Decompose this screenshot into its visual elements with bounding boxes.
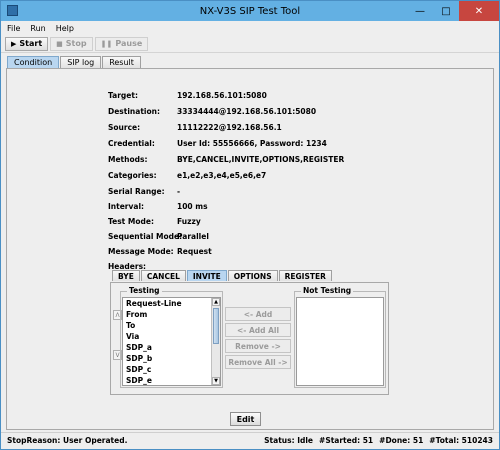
- list-item[interactable]: SDP_a: [123, 342, 220, 353]
- start-button[interactable]: ▶ Start: [5, 36, 49, 51]
- condition-value: Parallel: [177, 232, 209, 241]
- condition-value: Request: [177, 247, 212, 256]
- app-window: NX-V3S SIP Test Tool — □ ✕ File Run Help…: [0, 0, 500, 450]
- stop-button[interactable]: ■ Stop: [50, 36, 93, 51]
- list-item[interactable]: SDP_c: [123, 364, 220, 375]
- remove-all-button[interactable]: Remove All ->: [225, 355, 291, 369]
- app-icon: [7, 5, 18, 16]
- condition-key: Interval:: [108, 202, 145, 211]
- maximize-icon[interactable]: □: [433, 1, 459, 21]
- add-button[interactable]: <- Add: [225, 307, 291, 321]
- window-controls: — □ ✕: [407, 1, 499, 21]
- list-item[interactable]: Request-Line: [123, 298, 220, 309]
- not-testing-list[interactable]: [296, 297, 384, 386]
- condition-value: 192.168.56.101:5080: [177, 91, 267, 100]
- list-item[interactable]: SDP_e: [123, 375, 220, 385]
- condition-key: Methods:: [108, 155, 148, 164]
- scroll-thumb[interactable]: [213, 308, 219, 344]
- condition-value: User Id: 55556666, Password: 1234: [177, 139, 327, 148]
- tab-bye[interactable]: BYE: [112, 270, 140, 281]
- tab-result[interactable]: Result: [102, 56, 141, 68]
- menu-bar: File Run Help: [1, 21, 499, 35]
- condition-value: Fuzzy: [177, 217, 201, 226]
- stop-label: Stop: [65, 39, 87, 48]
- list-item[interactable]: From: [123, 309, 220, 320]
- testing-scrollbar[interactable]: ▲ ▼: [211, 298, 220, 385]
- pause-icon: ❚❚: [100, 39, 113, 48]
- condition-key: Serial Range:: [108, 187, 165, 196]
- condition-value: 33334444@192.168.56.101:5080: [177, 107, 317, 116]
- condition-key: Test Mode:: [108, 217, 154, 226]
- condition-key: Source:: [108, 123, 141, 132]
- tab-options[interactable]: OPTIONS: [227, 270, 278, 281]
- pause-button[interactable]: ❚❚ Pause: [94, 36, 149, 51]
- add-all-button[interactable]: <- Add All: [225, 323, 291, 337]
- title-bar: NX-V3S SIP Test Tool — □ ✕: [1, 1, 499, 21]
- tab-sip-log[interactable]: SIP log: [60, 56, 102, 68]
- list-item[interactable]: To: [123, 320, 220, 331]
- stop-icon: ■: [56, 39, 63, 48]
- list-item[interactable]: Via: [123, 331, 220, 342]
- menu-help[interactable]: Help: [56, 24, 74, 33]
- header-method-tabs: BYE CANCEL INVITE OPTIONS REGISTER: [112, 270, 332, 281]
- menu-file[interactable]: File: [7, 24, 20, 33]
- tab-cancel[interactable]: CANCEL: [140, 270, 186, 281]
- list-item[interactable]: SDP_b: [123, 353, 220, 364]
- start-label: Start: [19, 39, 43, 48]
- condition-key: Message Mode:: [108, 247, 174, 256]
- condition-value: e1,e2,e3,e4,e5,e6,e7: [177, 171, 267, 180]
- scroll-up-icon[interactable]: ▲: [212, 298, 220, 306]
- status-started: #Started: 51: [319, 435, 374, 445]
- status-state: Status: Idle: [264, 435, 314, 445]
- toolbar: ▶ Start ■ Stop ❚❚ Pause: [1, 35, 499, 53]
- condition-value: BYE,CANCEL,INVITE,OPTIONS,REGISTER: [177, 155, 345, 164]
- stop-reason: StopReason: User Operated.: [7, 435, 128, 445]
- testing-list[interactable]: Request-Line From To Via SDP_a SDP_b SDP…: [122, 297, 221, 386]
- not-testing-legend: Not Testing: [301, 286, 354, 295]
- tab-invite[interactable]: INVITE: [186, 270, 227, 281]
- menu-run[interactable]: Run: [30, 24, 45, 33]
- main-tabs: Condition SIP log Result: [7, 56, 141, 68]
- testing-legend: Testing: [127, 286, 162, 295]
- status-done: #Done: 51: [379, 435, 424, 445]
- condition-key: Target:: [108, 91, 138, 100]
- edit-button[interactable]: Edit: [230, 412, 261, 426]
- pause-label: Pause: [115, 39, 143, 48]
- minimize-icon[interactable]: —: [407, 1, 433, 21]
- status-total: #Total: 510243: [429, 435, 493, 445]
- condition-key: Credential:: [108, 139, 155, 148]
- condition-value: 100 ms: [177, 202, 208, 211]
- condition-value: 11112222@192.168.56.1: [177, 123, 282, 132]
- play-icon: ▶: [11, 39, 17, 48]
- tab-register[interactable]: REGISTER: [278, 270, 332, 281]
- status-bar: StopReason: User Operated. Status: Idle …: [1, 432, 499, 447]
- window-title: NX-V3S SIP Test Tool: [199, 5, 301, 17]
- condition-value: -: [177, 187, 181, 196]
- close-icon[interactable]: ✕: [459, 1, 499, 21]
- condition-key: Destination:: [108, 107, 160, 116]
- tab-condition[interactable]: Condition: [7, 56, 60, 68]
- condition-key: Categories:: [108, 171, 157, 180]
- condition-key: Sequential Mode:: [108, 232, 183, 241]
- scroll-down-icon[interactable]: ▼: [212, 377, 220, 385]
- remove-button[interactable]: Remove ->: [225, 339, 291, 353]
